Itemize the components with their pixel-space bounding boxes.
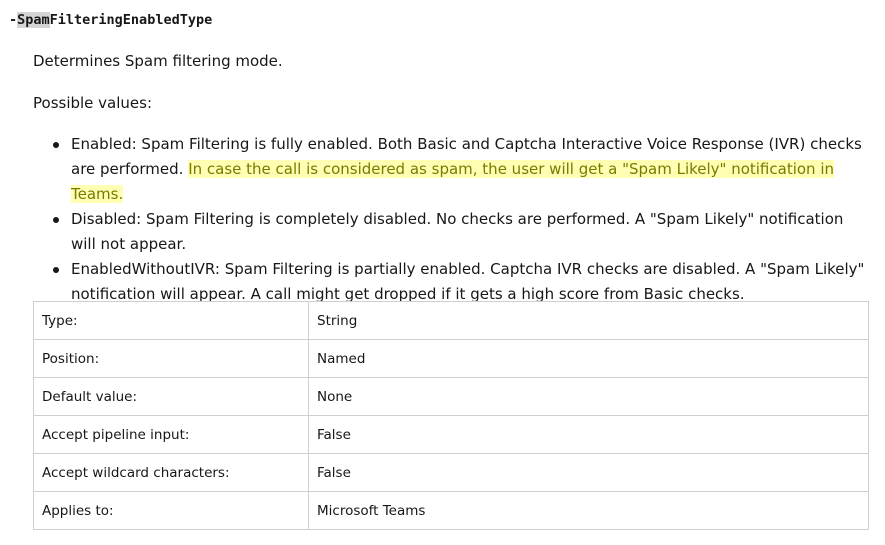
property-label: Accept pipeline input: — [33, 415, 309, 454]
table-row: Default value: None — [33, 377, 869, 416]
possible-values-list: Enabled: Spam Filtering is fully enabled… — [33, 132, 868, 307]
property-label: Default value: — [33, 377, 309, 416]
property-label: Type: — [33, 301, 309, 340]
parameter-heading: -SpamFilteringEnabledType — [9, 10, 212, 30]
property-value: False — [308, 415, 869, 454]
parameter-dash: - — [9, 12, 18, 28]
table-row: Applies to: Microsoft Teams — [33, 491, 869, 530]
search-match-highlight: Spam — [17, 12, 50, 28]
parameter-properties-table: Type: String Position: Named Default val… — [33, 301, 869, 530]
property-value: Named — [308, 339, 869, 378]
table-row: Accept wildcard characters: False — [33, 453, 869, 492]
property-label: Position: — [33, 339, 309, 378]
property-label: Accept wildcard characters: — [33, 453, 309, 492]
property-value: Microsoft Teams — [308, 491, 869, 530]
table-row: Type: String — [33, 301, 869, 340]
parameter-description: Determines Spam filtering mode. — [33, 52, 283, 70]
list-item-enabled: Enabled: Spam Filtering is fully enabled… — [33, 132, 868, 207]
possible-values-label: Possible values: — [33, 94, 153, 112]
parameter-name-rest: FilteringEnabledType — [49, 12, 213, 28]
list-item-enabled-without-ivr: EnabledWithoutIVR: Spam Filtering is par… — [33, 257, 868, 307]
property-label: Applies to: — [33, 491, 309, 530]
property-value: String — [308, 301, 869, 340]
property-value: None — [308, 377, 869, 416]
list-item-disabled: Disabled: Spam Filtering is completely d… — [33, 207, 868, 257]
property-value: False — [308, 453, 869, 492]
list-item-text: Disabled: Spam Filtering is completely d… — [71, 210, 844, 253]
list-item-text: EnabledWithoutIVR: Spam Filtering is par… — [71, 260, 865, 303]
table-row: Position: Named — [33, 339, 869, 378]
table-row: Accept pipeline input: False — [33, 415, 869, 454]
